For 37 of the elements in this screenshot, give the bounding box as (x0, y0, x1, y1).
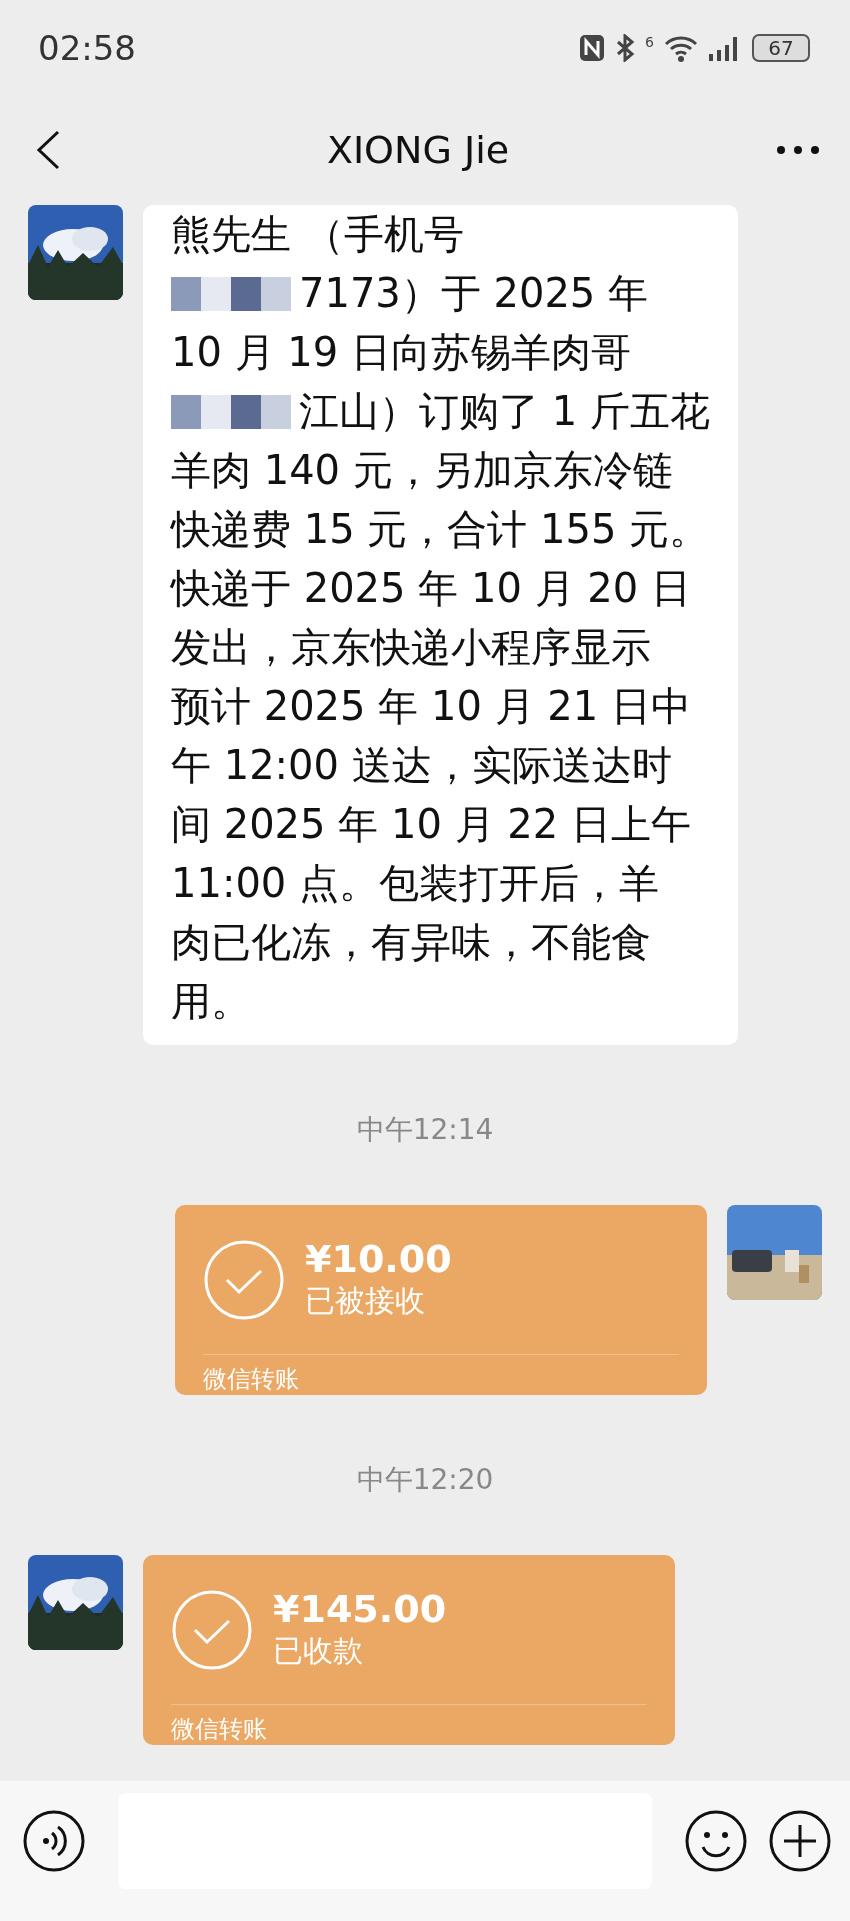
check-circle-icon (171, 1588, 253, 1671)
message-text: 午 12:00 送达，实际送达时 (171, 741, 672, 790)
emoji-button[interactable] (684, 1809, 748, 1873)
message-text: 11:00 点。包装打开后，羊 (171, 859, 659, 908)
message-text: 快递于 2025 年 10 月 20 日 (171, 564, 691, 613)
message-text: 江山）订购了 1 斤五花 (299, 387, 710, 436)
voice-button[interactable] (22, 1809, 86, 1873)
message-text: 快递费 15 元，合计 155 元。 (171, 505, 710, 554)
transfer-card[interactable]: ¥10.00 已被接收 微信转账 (175, 1205, 707, 1395)
message-text: 肉已化冻，有异味，不能食 (171, 918, 651, 967)
message-text: 10 月 19 日向苏锡羊肉哥 (171, 328, 631, 377)
bluetooth-icon (615, 33, 636, 62)
transfer-label: 微信转账 (171, 1715, 267, 1743)
message-text: 间 2025 年 10 月 22 日上午 (171, 800, 691, 849)
transfer-amount: ¥145.00 (273, 1587, 447, 1631)
transfer-status: 已收款 (273, 1632, 364, 1670)
transfer-status: 已被接收 (305, 1282, 426, 1320)
message-text: 预计 2025 年 10 月 21 日中 (171, 682, 691, 731)
transfer-card[interactable]: ¥145.00 已收款 微信转账 (143, 1555, 675, 1745)
transfer-label: 微信转账 (203, 1365, 299, 1393)
more-button[interactable] (776, 145, 820, 155)
battery-indicator: 67 (752, 33, 810, 62)
message-text: 熊先生 （手机号 (171, 210, 464, 259)
status-time: 02:58 (38, 27, 136, 68)
add-button[interactable] (768, 1809, 832, 1873)
transfer-amount: ¥10.00 (305, 1237, 452, 1281)
message-text: 发出，京东快递小程序显示 (171, 623, 651, 672)
wifi-standard-label: 6 (645, 33, 654, 50)
check-circle-icon (203, 1238, 285, 1321)
message-time: 中午12:20 (356, 1462, 494, 1498)
chat-title: XIONG Jie (326, 128, 510, 172)
nfc-icon (579, 33, 606, 62)
message-time: 中午12:14 (356, 1112, 494, 1148)
message-text: 羊肉 140 元，另加京东冷链 (171, 446, 673, 495)
back-button[interactable] (36, 130, 60, 170)
message-text: 用。 (171, 977, 251, 1026)
message-text: 7173）于 2025 年 (299, 269, 649, 318)
